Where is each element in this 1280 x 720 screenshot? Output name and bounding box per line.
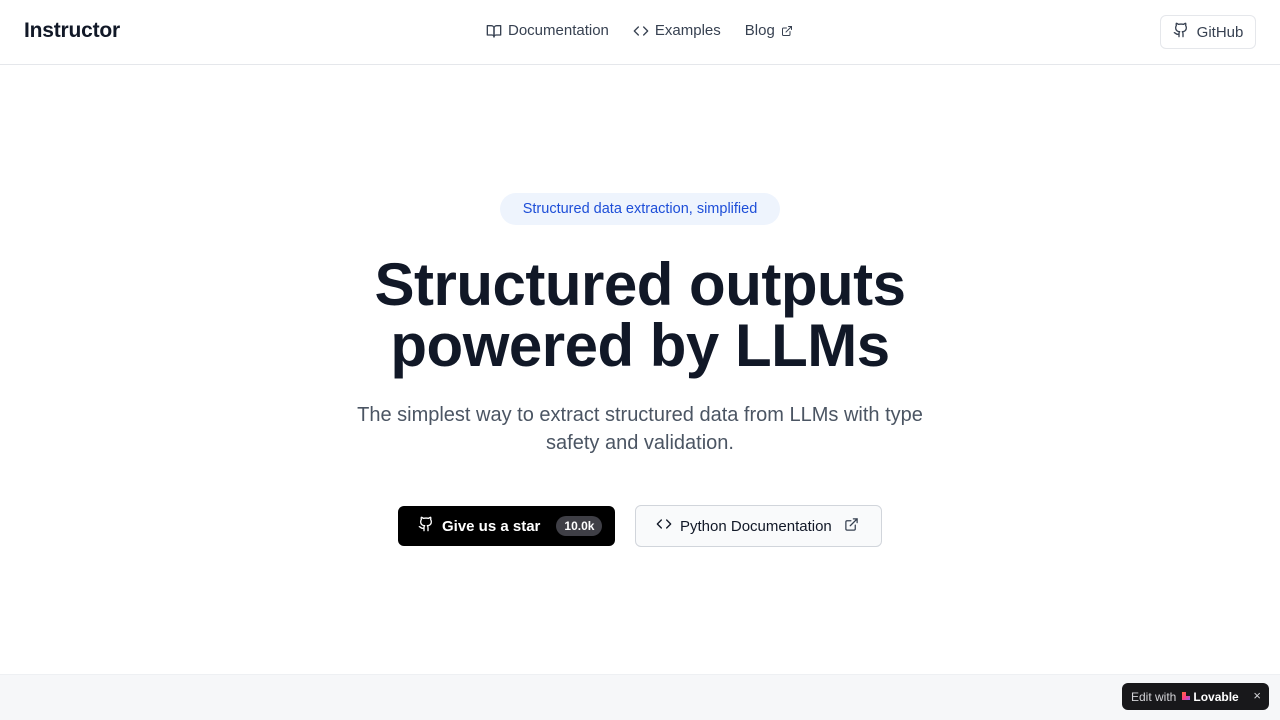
lovable-brand: Lovable [1193, 689, 1239, 704]
book-icon [486, 23, 502, 39]
nav-documentation-label: Documentation [508, 22, 609, 39]
nav-blog[interactable]: Blog [745, 22, 793, 39]
code-icon [633, 23, 649, 39]
github-label: GitHub [1196, 23, 1244, 41]
give-star-label: Give us a star [442, 517, 541, 535]
github-icon [1173, 22, 1189, 42]
tagline-badge: Structured data extraction, simplified [500, 193, 780, 225]
python-docs-button[interactable]: Python Documentation [635, 505, 882, 547]
hero-title-line2: powered by LLMs [390, 312, 890, 379]
nav-examples[interactable]: Examples [633, 22, 721, 39]
external-link-icon [781, 25, 793, 37]
github-icon [418, 516, 434, 536]
brand-logo[interactable]: Instructor [24, 19, 120, 43]
nav-documentation[interactable]: Documentation [486, 22, 609, 39]
lovable-heart-icon [1181, 690, 1193, 704]
hero-title-line1: Structured outputs [374, 251, 906, 318]
nav-blog-label: Blog [744, 22, 775, 39]
main-nav: Documentation Examples Blog [486, 22, 793, 39]
next-section-band [0, 674, 1280, 720]
star-count-badge: 10.0k [556, 516, 603, 536]
edit-with-lovable-badge[interactable]: Edit with Lovable × [1122, 683, 1269, 710]
python-docs-label: Python Documentation [680, 517, 832, 535]
code-icon [656, 516, 672, 536]
hero-subtitle-line1: The simplest way to extract structured d… [357, 404, 923, 426]
external-link-icon [844, 517, 859, 536]
github-button[interactable]: GitHub [1160, 15, 1256, 49]
nav-examples-label: Examples [654, 22, 721, 39]
edit-with-label: Edit with [1131, 689, 1177, 704]
site-header: Instructor Documentation Examples Blog G… [0, 0, 1280, 65]
hero-subtitle: The simplest way to extract structured d… [320, 401, 960, 457]
close-icon[interactable]: × [1253, 688, 1261, 703]
give-star-button[interactable]: Give us a star 10.0k [398, 506, 615, 546]
hero-title: Structured outputs powered by LLMs [240, 254, 1040, 376]
hero-subtitle-line2: safety and validation. [546, 432, 734, 454]
